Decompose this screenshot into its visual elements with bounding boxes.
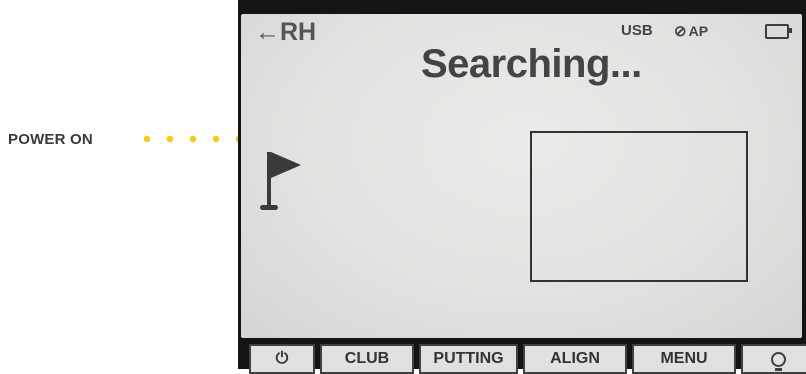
- power-icon: ⏻: [275, 350, 289, 367]
- ball-frame: [530, 131, 748, 282]
- align-button[interactable]: ALIGN: [523, 344, 627, 374]
- back-handedness-button[interactable]: ←RH: [255, 18, 316, 47]
- callout-label: POWER ON: [8, 131, 93, 148]
- power-button[interactable]: ⏻: [249, 344, 315, 374]
- device-screen: ←RH USB ⊘ AP Searching... ⏻ CLUB PUTTING…: [238, 0, 806, 374]
- status-title: Searching...: [421, 42, 642, 86]
- battery-icon: [765, 24, 792, 39]
- ap-indicator: ⊘ AP: [674, 22, 708, 40]
- handedness-label: RH: [280, 18, 317, 46]
- wifi-off-icon: ⊘: [674, 23, 687, 40]
- softkey-bar: ⏻ CLUB PUTTING ALIGN MENU: [249, 344, 806, 374]
- putting-button[interactable]: PUTTING: [419, 344, 518, 374]
- ap-label: AP: [688, 23, 709, 39]
- lightbulb-icon: [770, 351, 786, 371]
- lcd-display: ←RH USB ⊘ AP Searching... ⏻ CLUB PUTTING…: [241, 14, 806, 374]
- back-arrow-icon: ←: [255, 18, 280, 46]
- flag-pennant: [271, 152, 301, 178]
- club-button[interactable]: CLUB: [320, 344, 414, 374]
- flag-base: [260, 205, 278, 210]
- light-button[interactable]: [741, 344, 806, 374]
- usb-indicator: USB: [621, 22, 653, 39]
- menu-button[interactable]: MENU: [632, 344, 736, 374]
